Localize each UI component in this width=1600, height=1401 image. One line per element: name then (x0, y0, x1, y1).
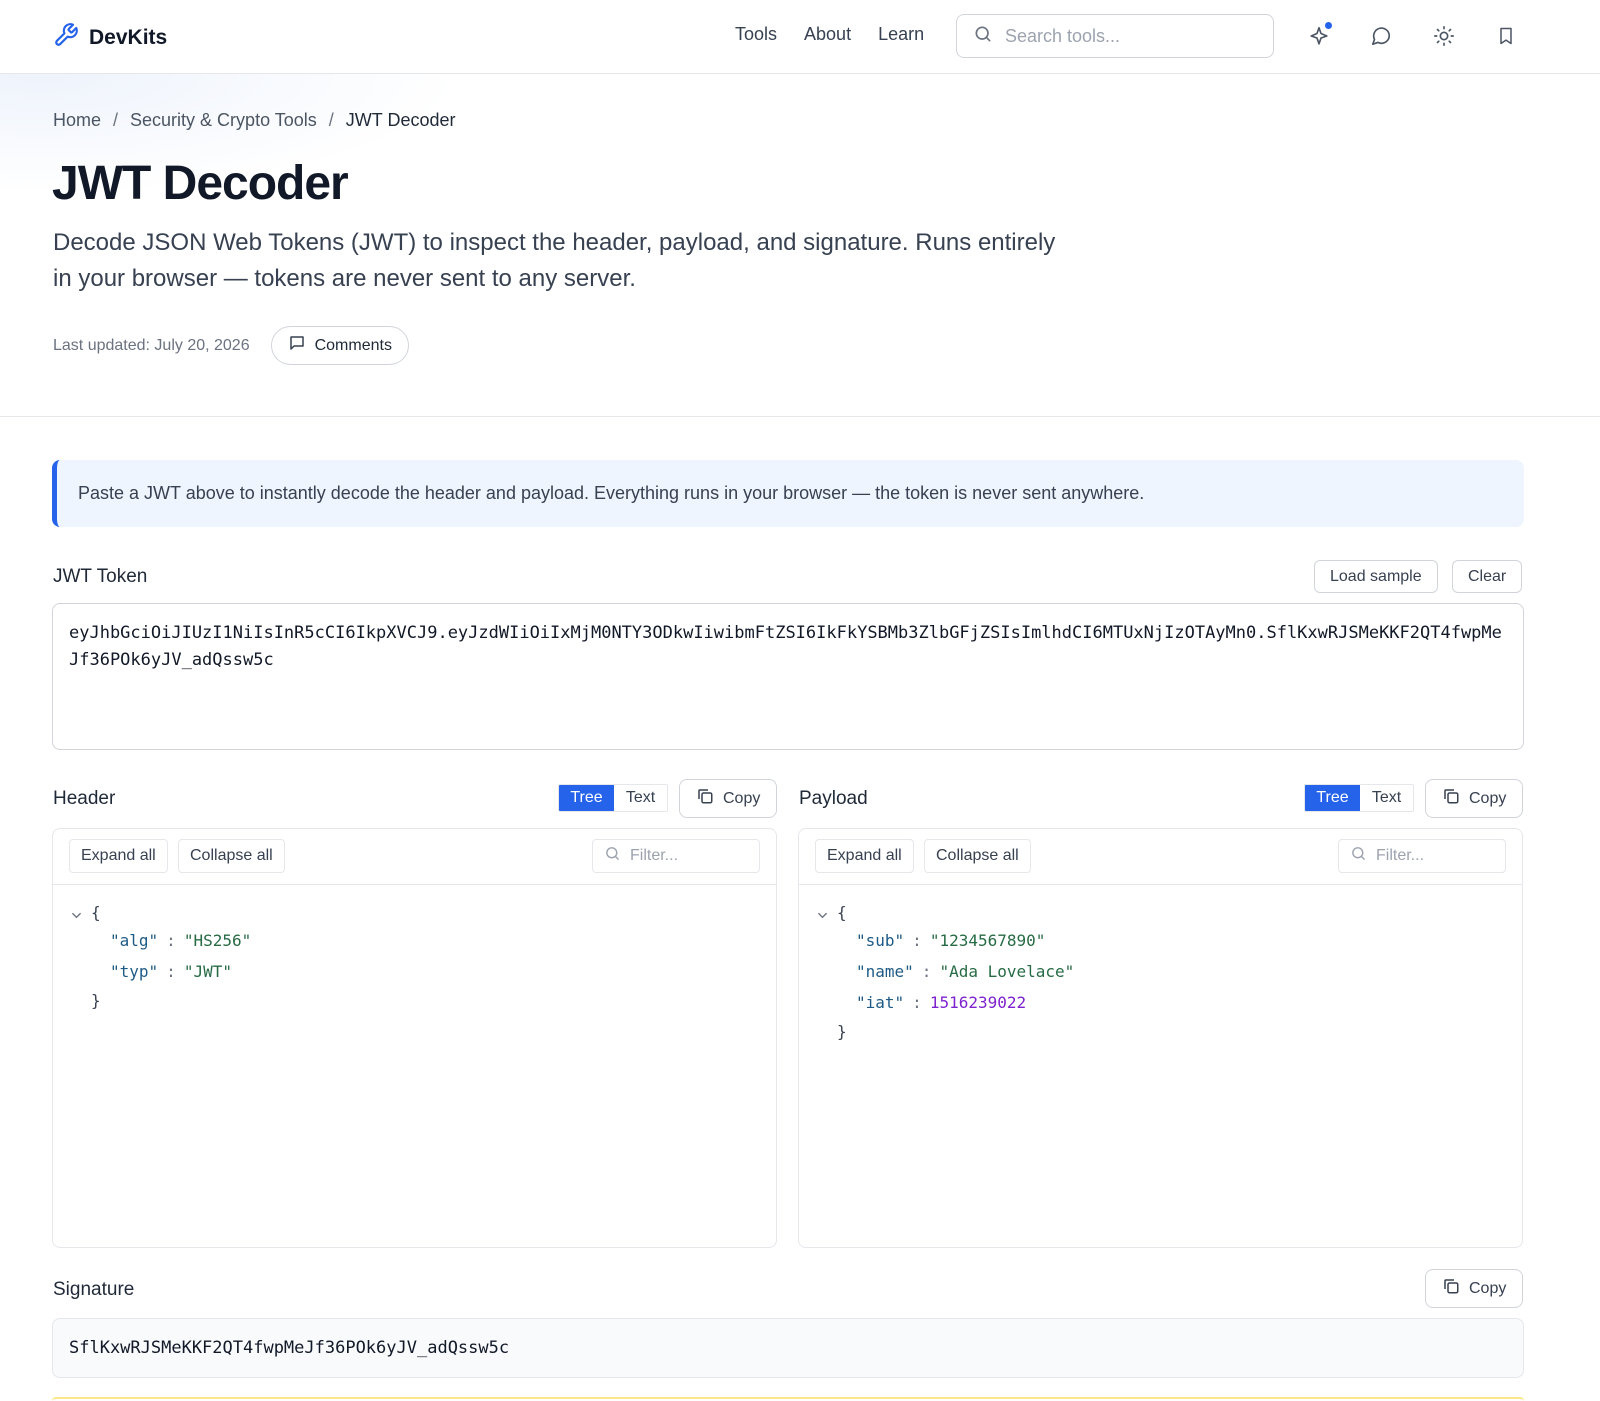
notification-dot (1325, 22, 1332, 29)
tree-row: "alg": "HS256" (110, 931, 252, 950)
json-value: "HS256" (183, 931, 252, 950)
comments-button-label: Comments (314, 336, 392, 354)
payload-panel-label: Payload (799, 788, 868, 809)
header-copy-label: Copy (723, 789, 761, 807)
payload-copy-label: Copy (1469, 789, 1507, 807)
page-description: Decode JSON Web Tokens (JWT) to inspect … (53, 229, 1056, 292)
tree-row: "name": "Ada Lovelace" (856, 962, 1075, 981)
header-tree-panel: Expand all Collapse all { "alg":"HS256" … (52, 828, 777, 1248)
page-header: Home / Security & Crypto Tools / JWT Dec… (0, 74, 1600, 417)
json-key: "alg" (110, 931, 159, 950)
comment-icon (288, 334, 306, 357)
payload-filter-input[interactable] (1376, 847, 1496, 865)
page-meta: Last updated: July 20, 2026 Comments (53, 326, 409, 365)
json-value: 1516239022 (929, 993, 1027, 1012)
payload-expand-all-button[interactable]: Expand all (815, 839, 914, 873)
signature-copy-button[interactable]: Copy (1425, 1269, 1524, 1308)
sun-theme-toggle-icon[interactable] (1432, 24, 1456, 48)
search-icon (604, 845, 621, 867)
main-nav: Tools About Learn (735, 24, 924, 45)
nav-link-learn[interactable]: Learn (878, 24, 924, 45)
jwt-token-input[interactable]: eyJhbGciOiJIUzI1NiIsInR5cCI6IkpXVCJ9.eyJ… (52, 603, 1524, 750)
json-key: "sub" (856, 931, 905, 950)
breadcrumb: Home / Security & Crypto Tools / JWT Dec… (53, 110, 456, 131)
json-key: "name" (856, 962, 914, 981)
copy-icon (1442, 1277, 1460, 1300)
comments-button[interactable]: Comments (270, 326, 409, 365)
nav-link-about[interactable]: About (804, 24, 851, 45)
header-filter-input[interactable] (630, 847, 750, 865)
payload-tree-panel: Expand all Collapse all { "sub":"1234567… (798, 828, 1523, 1248)
tree-row: "iat":1516239022 (856, 993, 1027, 1012)
tree-open-brace: { (837, 902, 847, 922)
warning-box-edge (52, 1397, 1524, 1401)
header-expand-all-button[interactable]: Expand all (69, 839, 168, 873)
tree-close-brace: } (837, 1021, 847, 1041)
chevron-down-icon[interactable] (71, 906, 82, 925)
header-tab-text[interactable]: Text (614, 785, 667, 811)
wrench-icon (53, 22, 79, 53)
copy-icon (696, 787, 714, 810)
signature-value: SflKxwRJSMeKKF2QT4fwpMeJf36POk6yJV_adQss… (52, 1318, 1524, 1378)
search-box (956, 14, 1274, 58)
breadcrumb-separator: / (113, 110, 119, 130)
last-updated-text: Last updated: July 20, 2026 (53, 336, 250, 354)
json-key: "iat" (856, 993, 905, 1012)
json-value: "1234567890" (929, 931, 1046, 950)
breadcrumb-current: JWT Decoder (345, 110, 456, 130)
header-view-toggle: Tree Text (558, 784, 668, 812)
breadcrumb-home[interactable]: Home (53, 110, 101, 131)
jwt-token-label: JWT Token (53, 566, 148, 587)
chevron-down-icon[interactable] (817, 906, 828, 925)
tree-row: "typ": "JWT" (110, 962, 232, 981)
payload-view-toggle: Tree Text (1304, 784, 1414, 812)
tree-open-brace: { (91, 902, 101, 922)
search-icon (1350, 845, 1367, 867)
json-value: "Ada Lovelace" (939, 962, 1075, 981)
signature-copy-label: Copy (1469, 1279, 1507, 1297)
breadcrumb-category[interactable]: Security & Crypto Tools (130, 110, 317, 131)
header-json-tree: { "alg": "HS256" "typ": "JWT" } (53, 885, 776, 1013)
header-panel-toolbar: Expand all Collapse all (53, 829, 776, 885)
brand-name: DevKits (89, 25, 168, 49)
json-value: "JWT" (183, 962, 232, 981)
header-panel-label: Header (53, 788, 116, 809)
bookmark-icon[interactable] (1494, 24, 1518, 48)
payload-tab-text[interactable]: Text (1360, 785, 1413, 811)
clear-button[interactable]: Clear (1452, 560, 1523, 593)
search-input[interactable] (1005, 25, 1245, 47)
copy-icon (1442, 787, 1460, 810)
header-tab-tree[interactable]: Tree (559, 785, 614, 811)
tree-close-brace: } (91, 990, 101, 1010)
top-nav-bar: DevKits Tools About Learn (0, 0, 1600, 74)
info-banner: Paste a JWT above to instantly decode th… (52, 460, 1524, 527)
payload-tab-tree[interactable]: Tree (1305, 785, 1360, 811)
header-copy-button[interactable]: Copy (679, 779, 778, 818)
search-icon (973, 24, 993, 49)
brand-logo-link[interactable]: DevKits (53, 22, 167, 53)
chat-bubble-icon[interactable] (1369, 24, 1393, 48)
payload-filter-box (1338, 839, 1506, 873)
payload-panel-toolbar: Expand all Collapse all (799, 829, 1522, 885)
whats-new-sparkle-icon[interactable] (1307, 22, 1332, 48)
breadcrumb-separator: / (328, 110, 334, 130)
signature-label: Signature (53, 1279, 135, 1300)
nav-link-tools[interactable]: Tools (735, 24, 777, 45)
json-key: "typ" (110, 962, 159, 981)
payload-copy-button[interactable]: Copy (1425, 779, 1524, 818)
header-collapse-all-button[interactable]: Collapse all (178, 839, 285, 873)
tree-row: "sub": "1234567890" (856, 931, 1046, 950)
payload-collapse-all-button[interactable]: Collapse all (924, 839, 1031, 873)
payload-json-tree: { "sub": "1234567890" "name": "Ada Lovelac… (799, 885, 1522, 1044)
load-sample-button[interactable]: Load sample (1314, 560, 1438, 593)
header-filter-box (592, 839, 760, 873)
page-title: JWT Decoder (52, 157, 349, 210)
